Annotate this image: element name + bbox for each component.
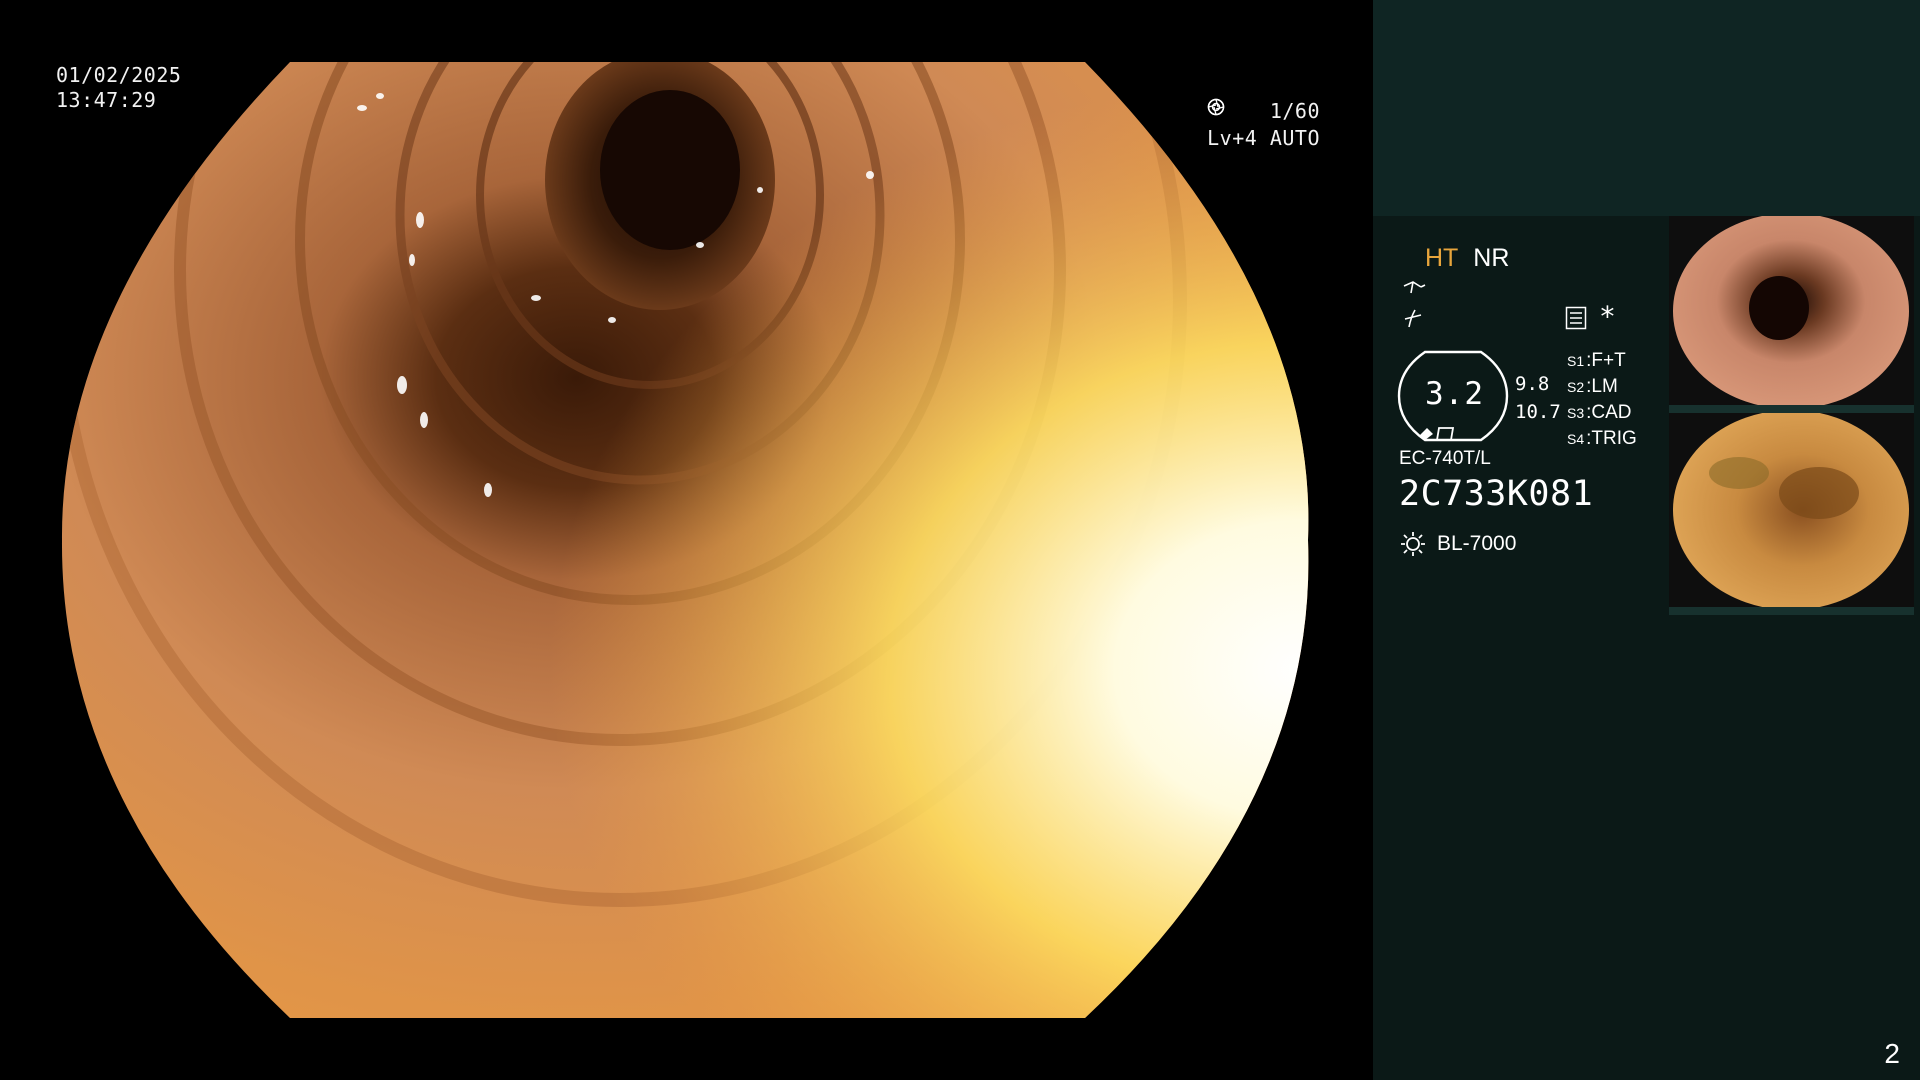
switch-assignments: S1:F+T S2:LM S3:CAD S4:TRIG (1567, 348, 1637, 452)
enhancement-side-values: 9.8 10.7 (1515, 370, 1561, 426)
datetime-overlay: 01/02/2025 13:47:29 (56, 63, 181, 113)
scope-model: EC-740T/L (1399, 448, 1491, 469)
light-source-label: BL-7000 (1437, 532, 1517, 555)
endoscope-image (61, 62, 1309, 1018)
switch-key: S4 (1567, 431, 1585, 447)
side-value-2: 10.7 (1515, 401, 1561, 423)
enhancement-display: 3.2 (1397, 350, 1509, 442)
mode-nr-label: NR (1473, 244, 1510, 272)
side-value-1: 9.8 (1515, 373, 1550, 395)
switch-key: S3 (1567, 405, 1585, 421)
menu-star: * (1599, 300, 1616, 333)
light-source-icon (1401, 532, 1425, 556)
zoom-icon (1403, 281, 1426, 294)
shutter-speed: 1/60 (1269, 99, 1320, 123)
thumbnail-image-1 (1669, 216, 1914, 406)
switch-row: S1:F+T (1567, 348, 1637, 374)
sharpness-icon (1404, 309, 1422, 328)
light-source-row: BL-7000 (1399, 530, 1516, 558)
page-number: 2 (1884, 1038, 1900, 1069)
live-endoscope-view: 01/02/2025 13:47:29 1/60 Lv+4 AUTO (0, 0, 1372, 1080)
switch-value: F+T (1591, 350, 1626, 371)
enhancement-value: 3.2 (1425, 376, 1484, 412)
mode-ht-label: HT (1425, 244, 1459, 272)
brightness-level: Lv+4 AUTO (1207, 126, 1320, 150)
thumbnail-divider (1669, 607, 1914, 615)
exam-time: 13:47:29 (56, 88, 157, 112)
info-panel: HT NR * 3.2 9.8 10.7 S1:F+T S2:LM S3:CAD… (1373, 0, 1920, 1080)
scope-tip-icon (1419, 427, 1455, 441)
switch-row: S2:LM (1567, 374, 1637, 400)
mode-indicator: HT NR (1425, 244, 1509, 273)
switch-value: TRIG (1591, 428, 1637, 449)
captured-thumbnail-2[interactable] (1669, 413, 1914, 607)
switch-row: S3:CAD (1567, 400, 1637, 426)
menu-list-icon (1565, 306, 1587, 330)
exam-date: 01/02/2025 (56, 63, 182, 87)
switch-value: CAD (1591, 402, 1632, 423)
thumbnail-image-2 (1669, 413, 1914, 607)
iris-icon (1207, 98, 1225, 116)
captured-thumbnail-1[interactable] (1669, 216, 1914, 406)
info-panel-header (1373, 0, 1920, 216)
switch-key: S2 (1567, 379, 1585, 395)
switch-value: LM (1591, 376, 1618, 397)
scope-serial: 2C733K081 (1399, 474, 1594, 514)
thumbnail-divider (1669, 405, 1914, 413)
switch-row: S4:TRIG (1567, 426, 1637, 452)
level-row: Lv+4 AUTO (1207, 98, 1320, 152)
switch-key: S1 (1567, 353, 1585, 369)
exposure-overlay: 1/60 Lv+4 AUTO (1207, 98, 1320, 152)
